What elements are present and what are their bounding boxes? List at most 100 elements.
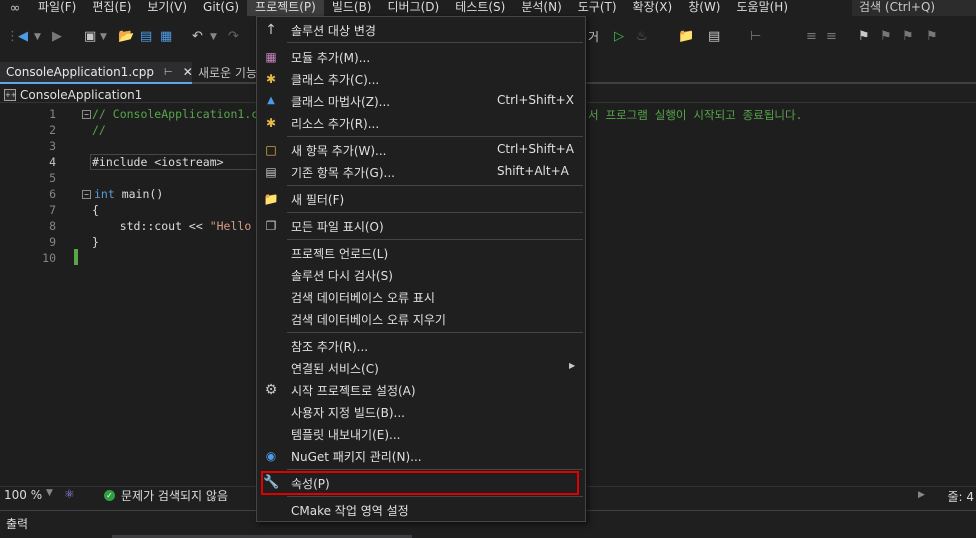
code-line-9: } — [92, 235, 99, 249]
menu-file[interactable]: 파일(F) — [30, 0, 84, 16]
menu-debug[interactable]: 디버그(D) — [380, 0, 448, 16]
bookmark-clear-icon[interactable]: ⚑ — [926, 28, 938, 46]
menu-git[interactable]: Git(G) — [195, 0, 247, 16]
scroll-right-icon[interactable]: ▶ — [918, 490, 925, 500]
menu-view[interactable]: 보기(V) — [139, 0, 195, 16]
menu-item-show-db-errors[interactable]: 검색 데이터베이스 오류 표시 — [257, 286, 585, 308]
menu-extensions[interactable]: 확장(X) — [625, 0, 681, 16]
menu-project[interactable]: 프로젝트(P) — [247, 0, 324, 16]
search-box[interactable]: 검색 (Ctrl+Q) — [852, 0, 976, 16]
menu-item-add-reference[interactable]: 참조 추가(R)... — [257, 335, 585, 357]
menu-item-custom-build[interactable]: 사용자 지정 빌드(B)... — [257, 401, 585, 423]
line-number: 10 — [42, 251, 56, 265]
hot-reload-icon[interactable]: ♨ — [636, 28, 648, 46]
tab-console-application-cpp[interactable]: ConsoleApplication1.cpp ⊢ ✕ — [0, 62, 193, 84]
save-all-icon[interactable]: ▦ — [160, 28, 172, 46]
toolbar-partial-text: 거 — [588, 30, 600, 44]
uncomment-icon[interactable]: ≡ — [826, 28, 837, 46]
tab-label: ConsoleApplication1.cpp — [6, 65, 154, 79]
module-icon: ▦ — [265, 50, 277, 64]
menu-item-retarget-solution[interactable]: ↑ 솔루션 대상 변경 — [257, 19, 585, 41]
open-folder-icon[interactable]: 📂 — [118, 28, 134, 46]
menu-item-add-new-item[interactable]: □ 새 항목 추가(W)... Ctrl+Shift+A — [257, 139, 585, 161]
forward-icon[interactable]: ▶ — [52, 28, 62, 46]
show-all-files-icon: ❐ — [265, 219, 277, 233]
menu-test[interactable]: 테스트(S) — [447, 0, 513, 16]
line-number: 2 — [49, 123, 56, 137]
project-scope-label: ConsoleApplication1 — [20, 87, 143, 102]
line-number: 7 — [49, 203, 56, 217]
line-number: 6 — [49, 187, 56, 201]
bookmark-prev-icon[interactable]: ⚑ — [880, 28, 892, 46]
bookmark-next-icon[interactable]: ⚑ — [902, 28, 914, 46]
menu-separator — [287, 185, 583, 186]
check-icon: ✓ — [104, 489, 115, 501]
line-position[interactable]: 줄: 4 — [947, 488, 974, 505]
menu-item-new-filter[interactable]: 📁 새 필터(F) — [257, 188, 585, 210]
format-icon[interactable]: ⊢ — [750, 28, 761, 46]
menu-item-export-template[interactable]: 템플릿 내보내기(E)... — [257, 423, 585, 445]
solution-explorer-icon[interactable]: 📁 — [678, 28, 694, 46]
copilot-icon[interactable]: ⚛ — [64, 487, 75, 501]
code-line-7: { — [92, 203, 99, 217]
project-scope-dropdown[interactable]: ++ ConsoleApplication1 — [4, 87, 142, 102]
project-menu-dropdown: ↑ 솔루션 대상 변경 ▦ 모듈 추가(M)... ✱ 클래스 추가(C)...… — [256, 16, 586, 522]
issues-status[interactable]: 문제가 검색되지 않음 — [121, 487, 228, 504]
menu-build[interactable]: 빌드(B) — [324, 0, 380, 16]
menu-item-class-wizard[interactable]: ▲ 클래스 마법사(Z)... Ctrl+Shift+X — [257, 90, 585, 112]
pin-icon[interactable]: ⊢ — [164, 67, 173, 78]
close-icon[interactable]: ✕ — [183, 65, 193, 79]
save-icon[interactable]: ▤ — [140, 28, 152, 46]
line-number: 8 — [49, 219, 56, 233]
menu-item-add-module[interactable]: ▦ 모듈 추가(M)... — [257, 46, 585, 68]
cpp-project-icon: ++ — [4, 88, 17, 101]
menu-edit[interactable]: 편집(E) — [84, 0, 139, 16]
start-debug-icon[interactable]: ▷ — [614, 28, 624, 46]
output-panel-title[interactable]: 출력 — [6, 515, 28, 532]
back-dropdown-icon[interactable]: ▼ — [34, 28, 41, 46]
menu-separator — [287, 239, 583, 240]
back-icon[interactable]: ◀ — [18, 28, 28, 46]
nuget-icon: ◉ — [265, 449, 277, 463]
code-line-1: // ConsoleApplication1.c — [92, 107, 259, 121]
bookmark-icon[interactable]: ⚑ — [858, 28, 870, 46]
window-layout-icon[interactable]: ▤ — [708, 28, 720, 46]
line-number: 5 — [49, 171, 56, 185]
menu-item-show-all-files[interactable]: ❐ 모든 파일 표시(O) — [257, 215, 585, 237]
menu-separator — [287, 332, 583, 333]
undo-icon[interactable]: ↶ — [192, 28, 203, 46]
menu-help[interactable]: 도움말(H) — [729, 0, 797, 16]
add-class-icon: ✱ — [265, 72, 277, 86]
fold-toggle-icon[interactable]: − — [82, 190, 91, 199]
menu-item-set-startup-project[interactable]: ⚙ 시작 프로젝트로 설정(A) — [257, 379, 585, 401]
gear-icon: ⚙ — [264, 382, 278, 398]
menu-item-manage-nuget[interactable]: ◉ NuGet 패키지 관리(N)... — [257, 445, 585, 467]
redo-icon[interactable]: ↷ — [228, 28, 239, 46]
menu-window[interactable]: 창(W) — [680, 0, 728, 16]
line-number: 9 — [49, 235, 56, 249]
undo-dropdown-icon[interactable]: ▼ — [210, 28, 217, 46]
arrow-up-icon: ↑ — [265, 22, 277, 38]
menu-analyze[interactable]: 분석(N) — [513, 0, 569, 16]
menu-item-add-resource[interactable]: ✱ 리소스 추가(R)... — [257, 112, 585, 134]
class-wizard-icon: ▲ — [267, 95, 275, 106]
new-item-icon: □ — [265, 143, 277, 157]
menu-tools[interactable]: 도구(T) — [570, 0, 625, 16]
menu-separator — [287, 469, 583, 470]
zoom-dropdown-icon[interactable]: ▼ — [46, 488, 53, 498]
menu-item-rescan-solution[interactable]: 솔루션 다시 검사(S) — [257, 264, 585, 286]
comment-icon[interactable]: ≡ — [806, 28, 817, 46]
menu-item-unload-project[interactable]: 프로젝트 언로드(L) — [257, 242, 585, 264]
menu-item-connected-services[interactable]: 연결된 서비스(C) ▶ — [257, 357, 585, 379]
visual-studio-logo-icon[interactable]: ∞ — [0, 0, 30, 16]
menu-item-cmake-workspace-settings[interactable]: CMake 작업 영역 설정 — [257, 499, 585, 521]
menu-item-add-existing-item[interactable]: ▤ 기존 항목 추가(G)... Shift+Alt+A — [257, 161, 585, 183]
menu-item-add-class[interactable]: ✱ 클래스 추가(C)... — [257, 68, 585, 90]
tab-whats-new[interactable]: 새로운 기능 — [196, 62, 257, 84]
new-dropdown-icon[interactable]: ▼ — [100, 28, 107, 46]
submenu-arrow-icon: ▶ — [569, 361, 576, 370]
fold-toggle-icon[interactable]: − — [82, 110, 91, 119]
new-project-icon[interactable]: ▣ — [84, 28, 96, 46]
menu-item-clear-db-errors[interactable]: 검색 데이터베이스 오류 지우기 — [257, 308, 585, 330]
menu-separator — [287, 42, 583, 43]
